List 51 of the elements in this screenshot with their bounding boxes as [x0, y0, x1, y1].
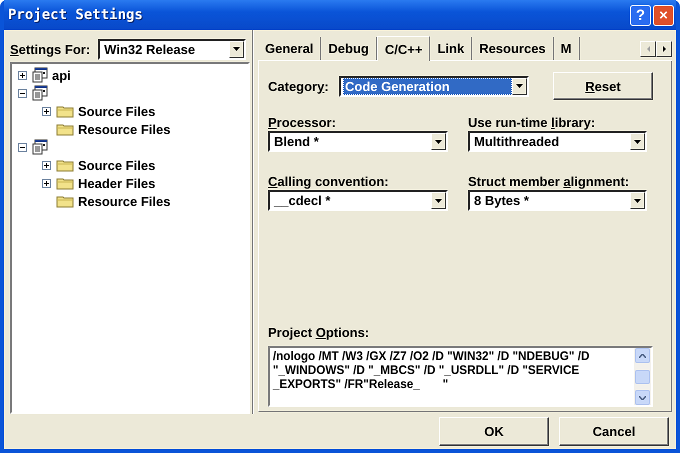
scroll-right-icon: [660, 45, 668, 53]
window-title: Project Settings: [8, 7, 144, 23]
dropdown-field[interactable]: Win32 Release: [98, 38, 246, 60]
category-label: Category:: [268, 78, 330, 94]
tree-item[interactable]: Source Files: [78, 158, 156, 172]
dropdown-arrow-icon: [516, 84, 523, 88]
folder-icon: [56, 158, 74, 172]
tree-item[interactable]: Header Files: [78, 176, 156, 190]
field-label: Struct member alignment:: [468, 174, 630, 191]
expand-icon[interactable]: [42, 160, 51, 170]
dropdown-arrow-icon: [233, 47, 240, 51]
dropdown-arrow-icon: [634, 198, 641, 202]
folder-icon: [56, 176, 74, 190]
collapse-icon[interactable]: [18, 142, 27, 152]
tree-item[interactable]: Source Files: [78, 104, 156, 118]
project-icon: [32, 85, 48, 101]
dropdown-field[interactable]: Code Generation: [339, 76, 529, 96]
dropdown-field[interactable]: 8 Bytes *: [468, 190, 647, 211]
expand-icon[interactable]: [42, 178, 51, 188]
field-label: Processor:: [268, 115, 337, 132]
project-icon: [32, 67, 48, 83]
ok-button[interactable]: OK: [439, 417, 549, 446]
close-button[interactable]: ×: [653, 4, 674, 26]
dropdown-arrow-icon: [634, 140, 641, 144]
cancel-button[interactable]: Cancel: [559, 417, 669, 446]
dropdown-arrow-icon: [435, 140, 442, 144]
dropdown-arrow-icon: [435, 198, 442, 202]
tree-item[interactable]: Resource Files: [78, 122, 170, 136]
reset-button[interactable]: Reset: [553, 72, 653, 100]
scroll-right-button[interactable]: [656, 41, 672, 57]
tree-item[interactable]: api: [52, 68, 71, 82]
tab[interactable]: C/C++: [376, 36, 430, 61]
dropdown-field[interactable]: __cdecl *: [268, 190, 448, 211]
tree-item[interactable]: Resource Files: [78, 194, 170, 208]
dropdown-field[interactable]: Multithreaded: [468, 131, 647, 152]
project-options-label: Project Options:: [268, 325, 370, 340]
dropdown-field[interactable]: Blend *: [268, 131, 448, 152]
scroll-left-button[interactable]: [640, 41, 656, 57]
project-icon: [32, 139, 48, 155]
collapse-icon[interactable]: [18, 88, 27, 98]
help-button[interactable]: ?: [630, 4, 651, 26]
settings-for-label: Settings For:: [10, 42, 90, 56]
field-label: Calling convention:: [268, 174, 390, 191]
field-label: Use run-time library:: [468, 115, 596, 132]
scroll-left-icon: [644, 45, 652, 53]
folder-icon: [56, 104, 74, 118]
tab[interactable]: M: [554, 37, 580, 60]
expand-icon[interactable]: [18, 70, 27, 80]
folder-icon: [56, 194, 74, 208]
folder-icon: [56, 122, 74, 136]
expand-icon[interactable]: [42, 106, 51, 116]
